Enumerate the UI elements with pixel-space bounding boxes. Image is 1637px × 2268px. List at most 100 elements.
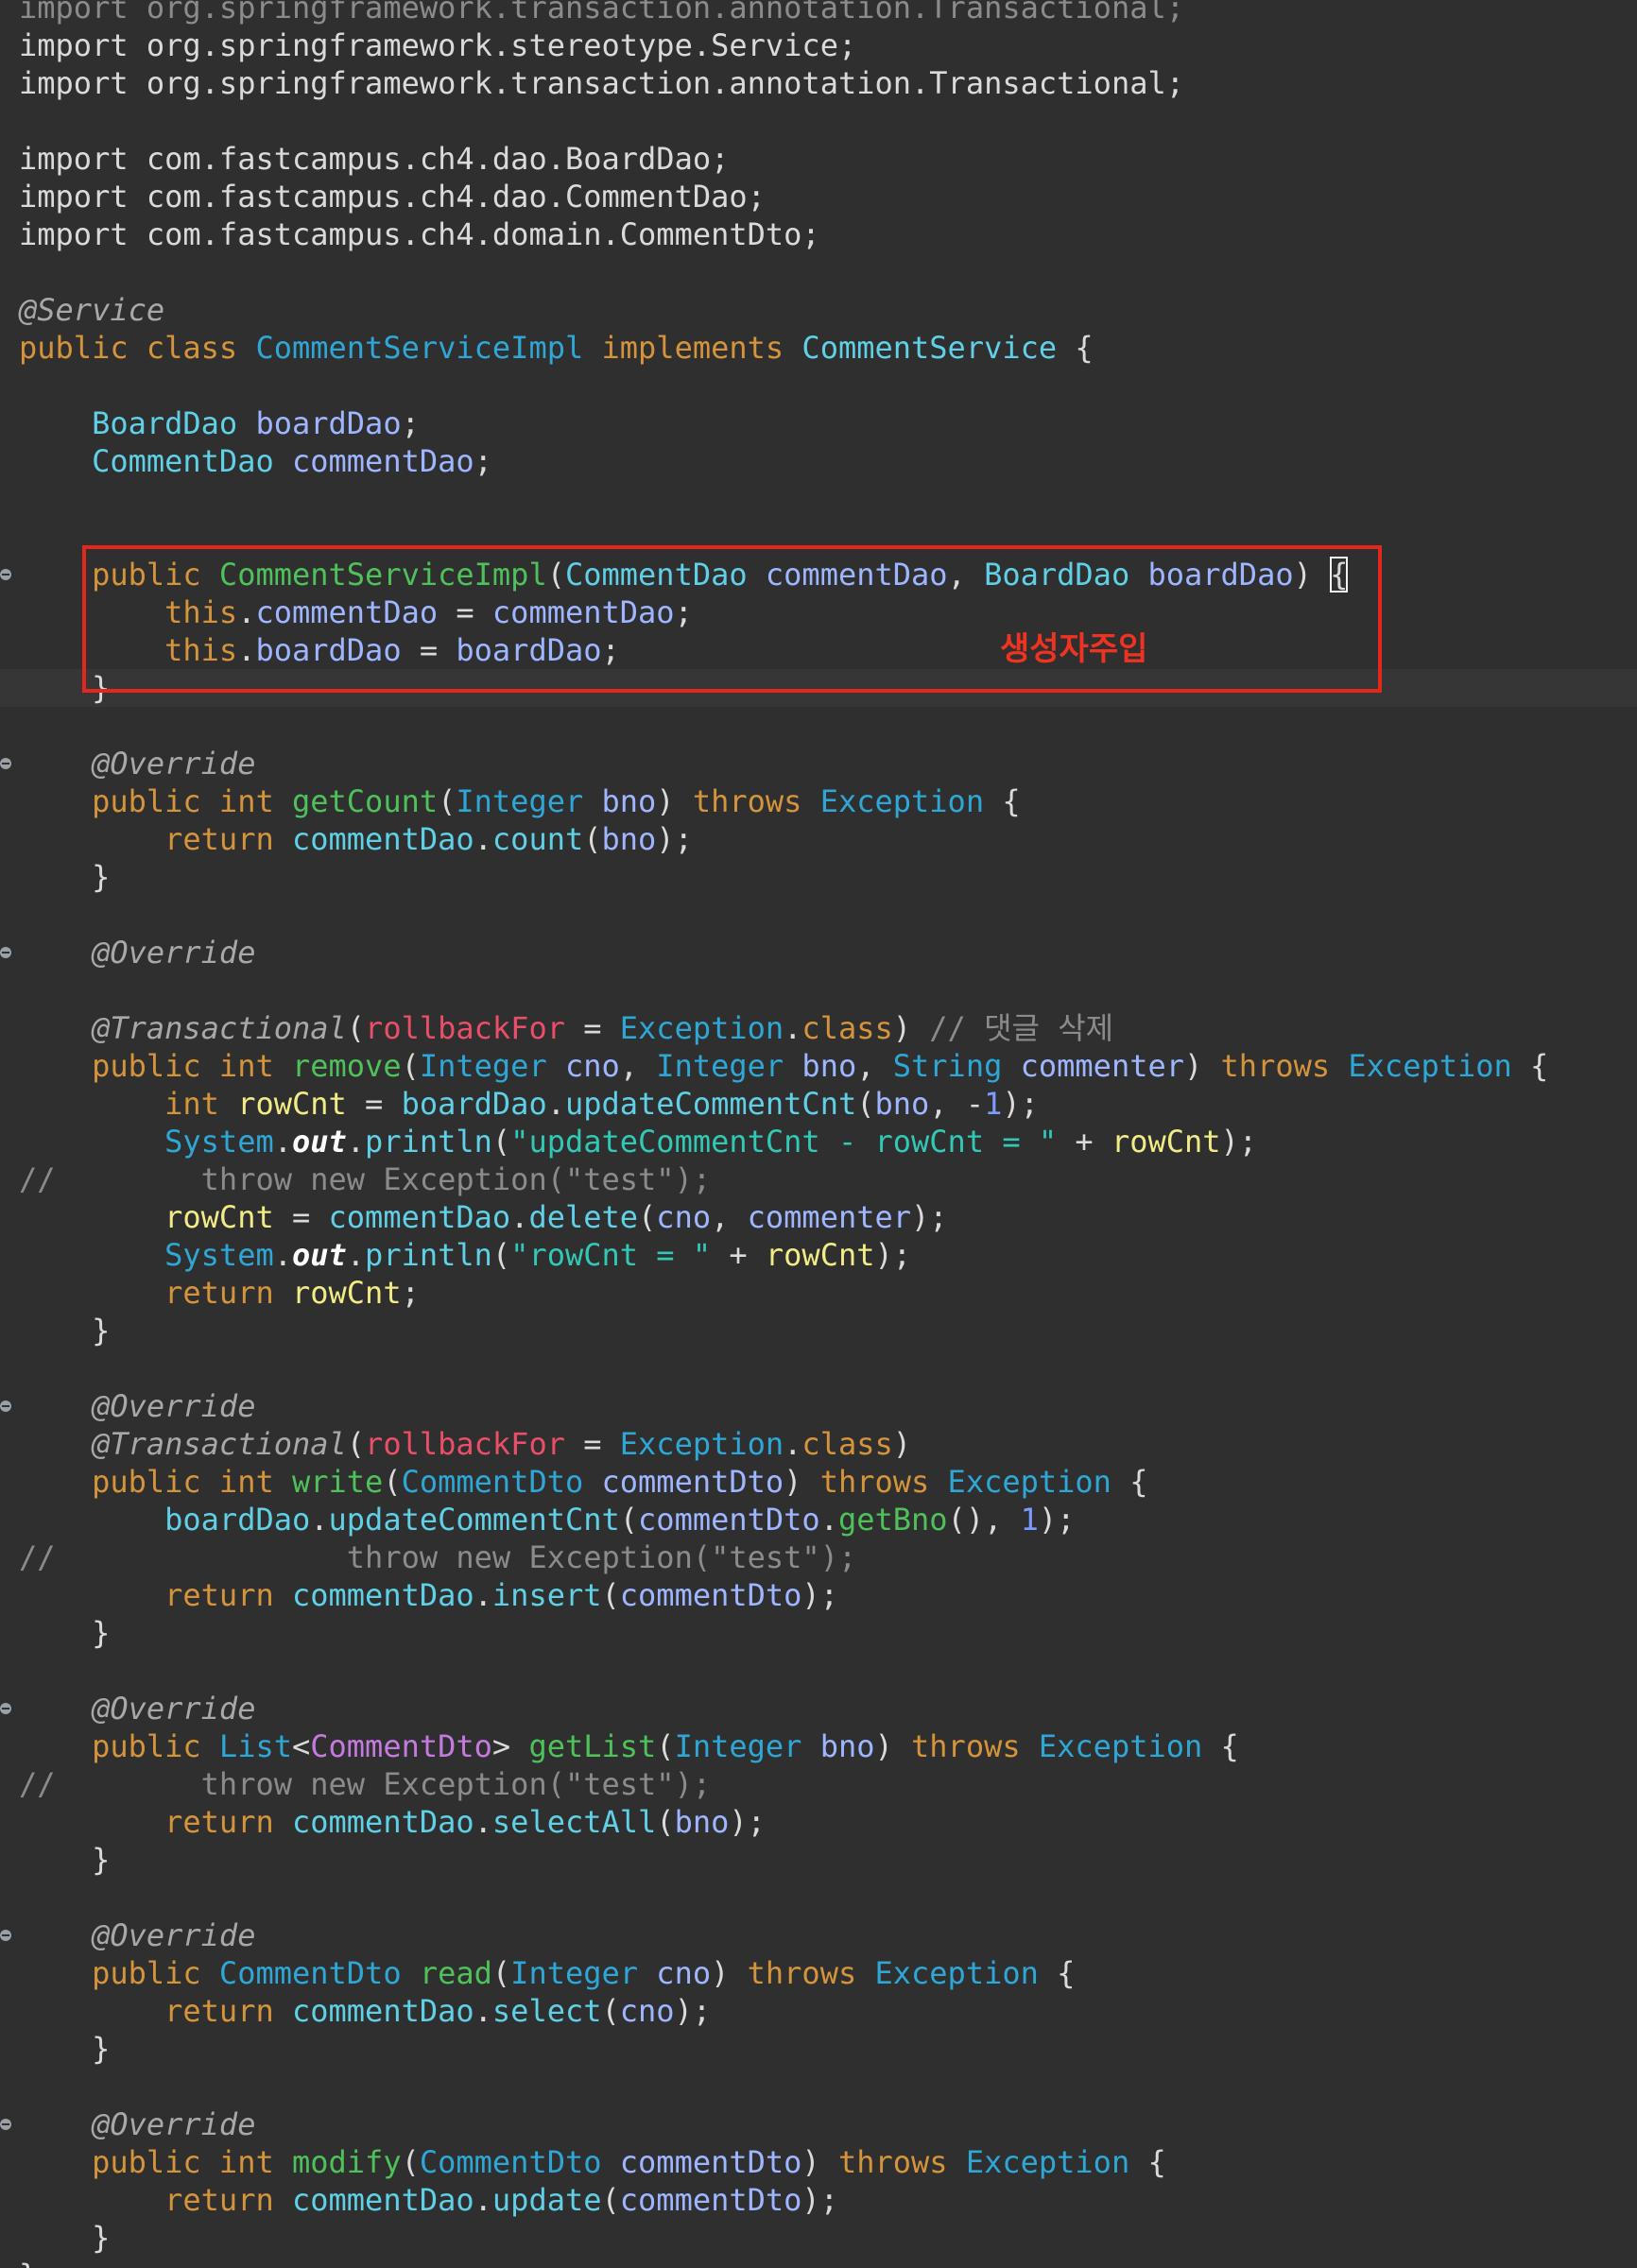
code-line[interactable]: rowCnt = commentDao.delete(cno, commente… [0,1198,1637,1236]
code-line[interactable]: // throw new Exception("test"); [0,1160,1637,1198]
code-line[interactable] [0,253,1637,291]
code-line[interactable]: return commentDao.update(commentDto); [0,2181,1637,2219]
code-line[interactable]: public CommentDto read(Integer cno) thro… [0,1954,1637,1992]
code-line[interactable] [0,971,1637,1009]
code-line[interactable]: @Override [0,1690,1637,1727]
code-line[interactable]: @Service [0,291,1637,329]
code-line[interactable]: @Override [0,934,1637,971]
code-line[interactable]: return commentDao.insert(commentDto); [0,1576,1637,1614]
code-text: @Service [19,291,164,329]
code-line[interactable]: } [0,2257,1637,2268]
code-line[interactable]: import org.springframework.stereotype.Se… [0,26,1637,64]
code-line[interactable]: return commentDao.selectAll(bno); [0,1803,1637,1841]
code-editor[interactable]: import org.springframework.transaction.a… [0,0,1637,2268]
code-line[interactable] [0,707,1637,745]
code-token: ) [784,1464,820,1500]
code-token: Integer [674,1728,802,1764]
code-line[interactable]: int rowCnt = boardDao.updateCommentCnt(b… [0,1085,1637,1123]
code-line[interactable] [0,1879,1637,1916]
code-text: } [19,1614,110,1652]
code-line[interactable] [0,1349,1637,1387]
code-line[interactable]: @Override [0,745,1637,782]
code-token: ); [1220,1124,1258,1160]
code-line[interactable] [0,102,1637,140]
code-line[interactable]: @Transactional(rollbackFor = Exception.c… [0,1009,1637,1047]
code-token: commentDto [638,1502,820,1538]
code-line[interactable]: import com.fastcampus.ch4.domain.Comment… [0,215,1637,253]
code-line[interactable]: } [0,1312,1637,1349]
code-line[interactable]: public List<CommentDto> getList(Integer … [0,1727,1637,1765]
code-line[interactable]: boardDao.updateCommentCnt(commentDto.get… [0,1501,1637,1538]
code-line[interactable]: public int modify(CommentDto commentDto)… [0,2143,1637,2181]
code-token: String [892,1048,1003,1084]
code-token: "rowCnt = " [510,1237,712,1273]
fold-toggle-icon[interactable] [0,2119,11,2130]
code-text: return commentDao.count(bno); [19,820,693,858]
fold-toggle-icon[interactable] [0,1930,11,1941]
code-token: delete [528,1199,639,1235]
code-line[interactable] [0,367,1637,404]
code-token: @Override [92,1691,256,1727]
code-line[interactable] [0,480,1637,518]
code-line[interactable] [0,1652,1637,1690]
code-line[interactable]: System.out.println("rowCnt = " + rowCnt)… [0,1236,1637,1274]
code-line[interactable]: public class CommentServiceImpl implemen… [0,329,1637,367]
code-line[interactable]: System.out.println("updateCommentCnt - r… [0,1123,1637,1160]
code-token: return [164,1577,292,1613]
fold-toggle-icon[interactable] [0,569,11,580]
code-line[interactable]: } [0,1841,1637,1879]
code-line[interactable]: BoardDao boardDao; [0,404,1637,442]
code-token: { [1038,1955,1076,1991]
code-line[interactable]: return rowCnt; [0,1274,1637,1312]
code-line[interactable]: @Transactional(rollbackFor = Exception.c… [0,1425,1637,1463]
code-token: ); [874,1237,912,1273]
code-token: throws [819,1464,948,1500]
code-text: import org.springframework.transaction.a… [19,64,1184,102]
code-line[interactable]: // throw new Exception("test"); [0,1765,1637,1803]
code-line[interactable]: } [0,858,1637,896]
code-token: return [164,1993,292,2029]
code-line[interactable]: @Override [0,1916,1637,1954]
code-token: Integer [510,1955,639,1991]
fold-toggle-icon[interactable] [0,947,11,958]
fold-toggle-icon[interactable] [0,1703,11,1714]
code-line[interactable]: } [0,2219,1637,2257]
code-line[interactable]: // throw new Exception("test"); [0,1538,1637,1576]
code-token: ; [401,1275,420,1311]
code-token: (), [947,1502,1021,1538]
code-text: public List<CommentDto> getList(Integer … [19,1727,1239,1765]
code-line[interactable]: CommentDao commentDao; [0,442,1637,480]
code-token: . [273,1237,292,1273]
code-line[interactable]: public int remove(Integer cno, Integer b… [0,1047,1637,1085]
code-line[interactable]: public int write(CommentDto commentDto) … [0,1463,1637,1501]
code-line[interactable]: return commentDao.select(cno); [0,1992,1637,2030]
code-line[interactable]: } [0,1614,1637,1652]
code-line[interactable] [0,2068,1637,2105]
code-token: getBno [837,1502,948,1538]
code-token: ( [656,1804,675,1840]
code-line[interactable]: import org.springframework.transaction.a… [0,64,1637,102]
code-line[interactable]: } [0,2030,1637,2068]
code-line[interactable]: @Override [0,1387,1637,1425]
code-line[interactable]: return commentDao.count(bno); [0,820,1637,858]
code-line[interactable]: @Override [0,2105,1637,2143]
constructor-injection-annotation: 생성자주입 [1000,630,1148,668]
code-line[interactable]: import com.fastcampus.ch4.dao.BoardDao; [0,140,1637,178]
code-line[interactable]: public int getCount(Integer bno) throws … [0,782,1637,820]
fold-toggle-icon[interactable] [0,758,11,769]
code-token: . [474,1993,492,2029]
code-line[interactable]: import org.springframework.transaction.a… [0,0,1637,26]
code-line[interactable]: import com.fastcampus.ch4.dao.CommentDao… [0,178,1637,215]
fold-toggle-icon[interactable] [0,1400,11,1412]
code-line[interactable] [0,896,1637,934]
